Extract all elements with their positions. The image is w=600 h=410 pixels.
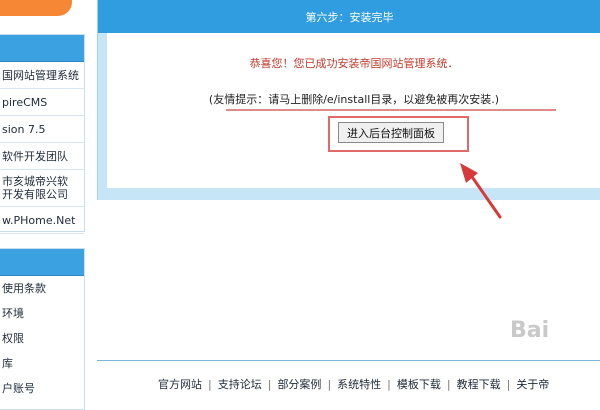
footer-link-official-site[interactable]: 官方网站 [158,378,202,391]
sidebar-info-box: 国网站管理系统 pireCMS sion 7.5 软件开发团队 市亥城帝兴软 开… [0,34,85,234]
footer-divider [97,360,600,361]
red-arrow-icon [460,163,502,219]
install-content: 恭喜您！您已成功安装帝国网站管理系统． (友情提示：请马上删除/e/instal… [107,33,600,188]
sidebar-item-team: 软件开发团队 [0,143,84,170]
sidebar-steps-header [0,249,84,276]
footer-link-about[interactable]: 关于帝 [516,378,549,391]
step-item-account: 户账号 [2,382,35,395]
footer-link-forum[interactable]: 支持论坛 [218,378,262,391]
footer-link-tutorials[interactable]: 教程下载 [457,378,501,391]
sidebar-item-website[interactable]: w.PHome.Net [0,207,84,234]
sidebar-item-name: pireCMS [0,89,84,116]
red-underline [226,109,556,111]
step-item-terms: 使用条款 [2,282,46,295]
install-complete-panel: 第六步：安装完毕 恭喜您！您已成功安装帝国网站管理系统． (友情提示：请马上删除… [97,0,600,200]
baidu-watermark: Bai [510,318,550,343]
left-sidebar: 国网站管理系统 pireCMS sion 7.5 软件开发团队 市亥城帝兴软 开… [0,0,86,410]
sidebar-steps-box: 使用条款 环境 权限 库 户账号 [0,248,85,410]
step-item-database: 库 [2,357,13,370]
enter-admin-panel-button[interactable]: 进入后台控制面板 [338,122,444,143]
sidebar-info-header [0,35,84,62]
step-title: 第六步：安装完毕 [98,0,600,33]
footer-link-features[interactable]: 系统特性 [337,378,381,391]
sidebar-item-product: 国网站管理系统 [0,62,84,89]
step-item-permissions: 权限 [2,332,24,345]
sidebar-item-version: sion 7.5 [0,116,84,143]
footer-link-cases[interactable]: 部分案例 [277,378,321,391]
success-message: 恭喜您！您已成功安装帝国网站管理系统． [249,57,459,70]
tip-message: (友情提示：请马上删除/e/install目录，以避免被再次安装.) [208,93,500,106]
step-item-environment: 环境 [2,307,24,320]
footer-nav: 官方网站 | 支持论坛 | 部分案例 | 系统特性 | 模板下载 | 教程下载 | 关于帝 [158,378,550,391]
sidebar-item-company: 市亥城帝兴软 开发有限公司 [0,170,84,207]
footer-link-templates[interactable]: 模板下载 [397,378,441,391]
